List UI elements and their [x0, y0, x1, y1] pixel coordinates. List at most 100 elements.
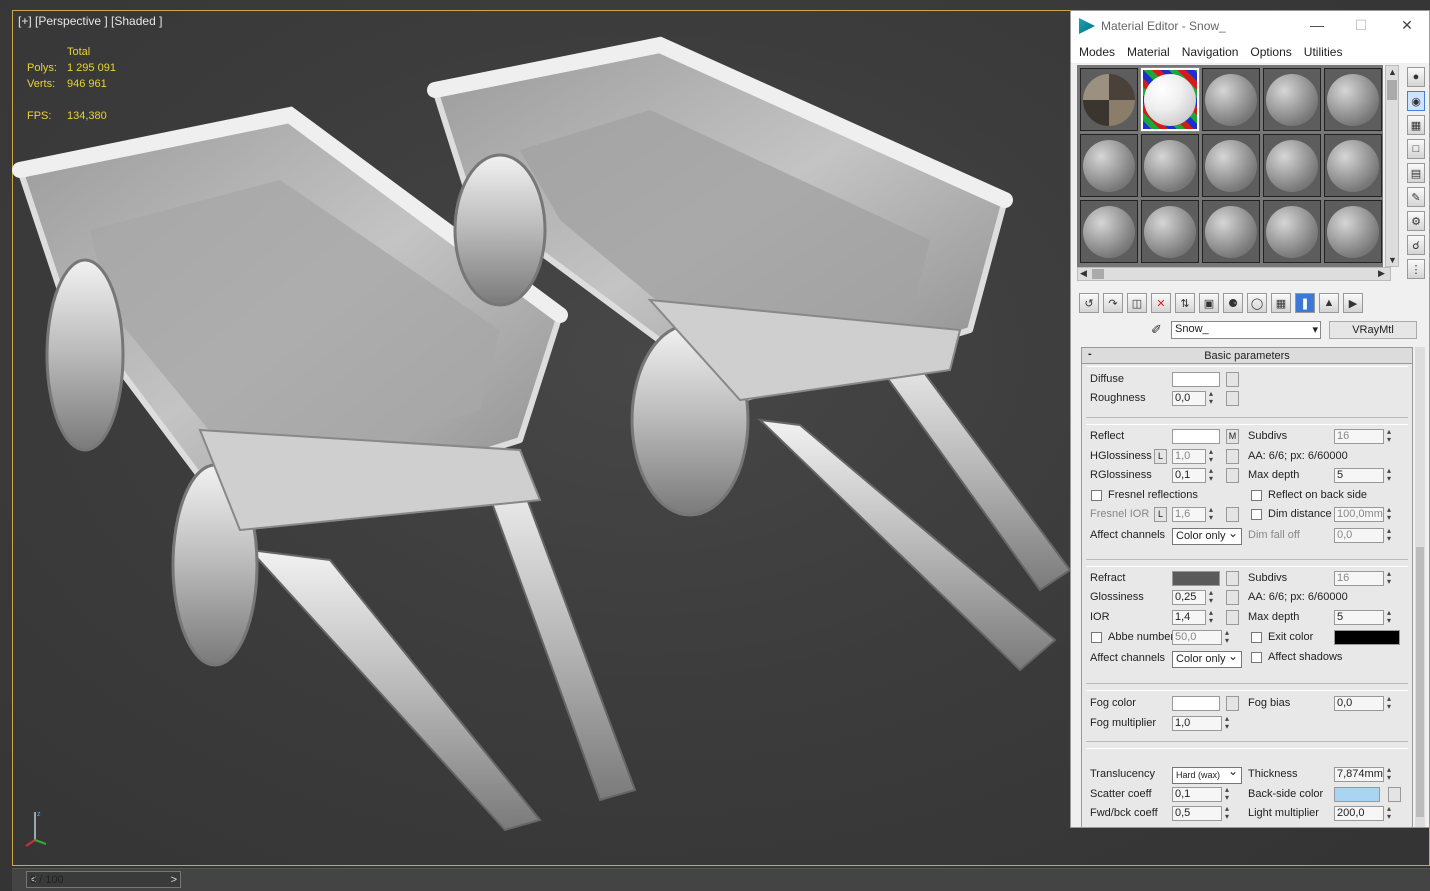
- make-unique-icon[interactable]: ▣: [1199, 293, 1219, 313]
- sample-slot-4[interactable]: [1263, 68, 1321, 131]
- exit-color-checkbox[interactable]: [1251, 632, 1262, 643]
- time-slider-next-button[interactable]: >: [171, 874, 177, 886]
- refract-color-swatch[interactable]: [1172, 571, 1220, 586]
- sample-slot-5[interactable]: [1324, 68, 1382, 131]
- fresnel-ior-map-button[interactable]: [1226, 507, 1239, 522]
- dim-distance-spinner[interactable]: 100,0mm: [1334, 506, 1395, 522]
- affect-shadows-checkbox[interactable]: [1251, 652, 1262, 663]
- hglossiness-map-button[interactable]: [1226, 449, 1239, 464]
- material-map-navigator-icon[interactable]: ⋮: [1407, 259, 1425, 279]
- reflect-map-button[interactable]: M: [1226, 429, 1239, 444]
- reflect-affect-channels-dropdown[interactable]: Color only: [1172, 526, 1242, 545]
- go-forward-to-sibling-icon[interactable]: ▶: [1343, 293, 1363, 313]
- material-name-dropdown[interactable]: Snow_: [1171, 321, 1321, 339]
- rglossiness-map-button[interactable]: [1226, 468, 1239, 483]
- translucency-dropdown[interactable]: Hard (wax): [1172, 765, 1242, 784]
- options-icon[interactable]: ⚙: [1407, 211, 1425, 231]
- menu-utilities[interactable]: Utilities: [1304, 45, 1343, 59]
- fog-multiplier-spinner[interactable]: 1,0: [1172, 715, 1233, 731]
- refract-glossiness-map-button[interactable]: [1226, 590, 1239, 605]
- sample-slot-8[interactable]: [1202, 134, 1260, 197]
- minimize-button[interactable]: —: [1307, 17, 1327, 33]
- scroll-right-icon[interactable]: ▶: [1378, 268, 1385, 279]
- fwd-bck-coeff-spinner[interactable]: 0,5: [1172, 805, 1233, 821]
- sample-slot-15[interactable]: [1324, 200, 1382, 263]
- roughness-map-button[interactable]: [1226, 391, 1239, 406]
- put-to-scene-icon[interactable]: ↷: [1103, 293, 1123, 313]
- menu-modes[interactable]: Modes: [1079, 45, 1115, 59]
- reflect-subdivs-spinner[interactable]: 16: [1334, 428, 1395, 444]
- sample-slot-1[interactable]: [1080, 68, 1138, 131]
- menu-material[interactable]: Material: [1127, 45, 1170, 59]
- light-multiplier-spinner[interactable]: 200,0: [1334, 805, 1395, 821]
- back-side-color-map-button[interactable]: [1388, 787, 1401, 802]
- snow-covered-carts-render[interactable]: [0, 30, 1070, 860]
- refract-subdivs-spinner[interactable]: 16: [1334, 570, 1395, 586]
- abbe-number-checkbox[interactable]: [1091, 632, 1102, 643]
- sample-type-icon[interactable]: ●: [1407, 67, 1425, 87]
- scrollbar-thumb[interactable]: [1416, 547, 1424, 817]
- refract-map-button[interactable]: [1226, 571, 1239, 586]
- fresnel-reflections-checkbox[interactable]: [1091, 490, 1102, 501]
- maximize-button[interactable]: ☐: [1351, 17, 1371, 34]
- menu-navigation[interactable]: Navigation: [1182, 45, 1239, 59]
- backlight-icon[interactable]: ◉: [1407, 91, 1425, 111]
- refract-glossiness-spinner[interactable]: 0,25: [1172, 589, 1217, 605]
- scatter-coeff-spinner[interactable]: 0,1: [1172, 786, 1233, 802]
- show-end-result-icon[interactable]: ❚: [1295, 293, 1315, 313]
- time-slider[interactable]: < 0 / 100 >: [26, 871, 181, 888]
- get-material-icon[interactable]: ↺: [1079, 293, 1099, 313]
- thickness-spinner[interactable]: 7,874mm: [1334, 766, 1395, 782]
- ior-map-button[interactable]: [1226, 610, 1239, 625]
- fog-color-swatch[interactable]: [1172, 696, 1220, 711]
- diffuse-map-button[interactable]: [1226, 372, 1239, 387]
- show-shaded-material-icon[interactable]: ▦: [1271, 293, 1291, 313]
- reflect-max-depth-spinner[interactable]: 5: [1334, 467, 1395, 483]
- refract-affect-channels-dropdown[interactable]: Color only: [1172, 649, 1242, 668]
- reflect-color-swatch[interactable]: [1172, 429, 1220, 444]
- rglossiness-spinner[interactable]: 0,1: [1172, 467, 1217, 483]
- fog-color-map-button[interactable]: [1226, 696, 1239, 711]
- rollout-header[interactable]: - Basic parameters: [1082, 348, 1412, 364]
- video-color-check-icon[interactable]: ▤: [1407, 163, 1425, 183]
- sample-slot-7[interactable]: [1141, 134, 1199, 197]
- sample-slot-10[interactable]: [1324, 134, 1382, 197]
- eyedropper-icon[interactable]: ✐: [1151, 322, 1171, 338]
- material-editor-titlebar[interactable]: Material Editor - Snow_ — ☐ ✕: [1071, 11, 1429, 41]
- back-side-color-swatch[interactable]: [1334, 787, 1380, 802]
- viewport-label-menu[interactable]: [+] [Perspective ] [Shaded ]: [18, 14, 162, 28]
- assign-to-selection-icon[interactable]: ◫: [1127, 293, 1147, 313]
- roughness-spinner[interactable]: 0,0: [1172, 390, 1217, 406]
- hglossiness-spinner[interactable]: 1,0: [1172, 448, 1217, 464]
- exit-color-swatch[interactable]: [1334, 630, 1400, 645]
- sample-slot-2-active[interactable]: [1140, 67, 1200, 132]
- fresnel-ior-spinner[interactable]: 1,6: [1172, 506, 1217, 522]
- sample-uv-tiling-icon[interactable]: □: [1407, 139, 1425, 159]
- fresnel-ior-lock-button[interactable]: L: [1154, 507, 1167, 522]
- material-type-button[interactable]: VRayMtl: [1329, 321, 1417, 339]
- material-id-channel-icon[interactable]: ◯: [1247, 293, 1267, 313]
- hglossiness-lock-button[interactable]: L: [1154, 449, 1167, 464]
- make-preview-icon[interactable]: ✎: [1407, 187, 1425, 207]
- rollout-collapse-toggle[interactable]: -: [1088, 348, 1092, 360]
- sample-slot-11[interactable]: [1080, 200, 1138, 263]
- abbe-number-spinner[interactable]: 50,0: [1172, 629, 1233, 645]
- sample-slot-6[interactable]: [1080, 134, 1138, 197]
- copy-material-icon[interactable]: ⇅: [1175, 293, 1195, 313]
- go-to-parent-icon[interactable]: ▲: [1319, 293, 1339, 313]
- dim-distance-checkbox[interactable]: [1251, 509, 1262, 520]
- close-button[interactable]: ✕: [1397, 17, 1417, 34]
- reset-map-icon[interactable]: ✕: [1151, 293, 1171, 313]
- scrollbar-thumb[interactable]: [1387, 80, 1397, 100]
- menu-options[interactable]: Options: [1250, 45, 1291, 59]
- sample-slot-12[interactable]: [1141, 200, 1199, 263]
- diffuse-color-swatch[interactable]: [1172, 372, 1220, 387]
- scroll-down-icon[interactable]: ▼: [1388, 255, 1397, 265]
- dim-fall-off-spinner[interactable]: 0,0: [1334, 527, 1395, 543]
- sample-slot-3[interactable]: [1202, 68, 1260, 131]
- scrollbar-thumb[interactable]: [1092, 269, 1104, 279]
- slots-horizontal-scrollbar[interactable]: ◀ ▶: [1077, 267, 1391, 281]
- sample-slot-14[interactable]: [1263, 200, 1321, 263]
- ior-spinner[interactable]: 1,4: [1172, 609, 1217, 625]
- sample-slot-9[interactable]: [1263, 134, 1321, 197]
